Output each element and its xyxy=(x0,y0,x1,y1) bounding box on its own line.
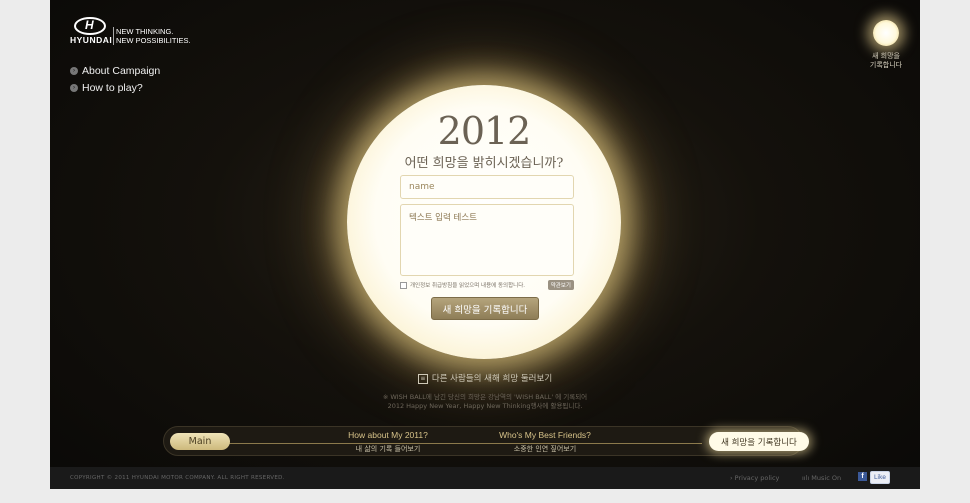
agree-checkbox[interactable] xyxy=(400,281,407,289)
logo-divider xyxy=(113,27,114,45)
mini-ball-label-line-2: 기록합니다 xyxy=(869,61,903,69)
nav-my-2011-subtitle: 내 삶의 기록 들어보기 xyxy=(355,445,421,453)
wish-question: 어떤 희망을 밝히시겠습니까? xyxy=(404,156,564,171)
nav-my-2011-title: How about My 2011? xyxy=(348,430,428,440)
agree-label: 개인정보 취급방침을 읽었으며 내용에 동의합니다. xyxy=(410,283,526,289)
record-wish-button[interactable]: 새 희망을 기록합니다 xyxy=(709,432,809,451)
submit-wish-button[interactable]: 새 희망을 기록합니다 xyxy=(431,297,539,320)
bottom-nav: Main How about My 2011? 내 삶의 기록 들어보기 Who… xyxy=(163,426,809,456)
nav-my-2011[interactable]: How about My 2011? 내 삶의 기록 들어보기 xyxy=(328,430,448,454)
arrow-bullet-icon: › xyxy=(70,83,78,92)
logo-tagline-line-1: NEW THINKING. xyxy=(116,27,174,36)
note-line-1: ※ WISH BALL에 남긴 당신의 희망은 강남역의 'WISH BALL'… xyxy=(382,393,588,401)
nav-best-friends-subtitle: 소중한 인연 짚어보기 xyxy=(513,445,577,453)
stage: HYUNDAI NEW THINKING. NEW POSSIBILITIES.… xyxy=(50,0,920,489)
name-input[interactable] xyxy=(400,175,574,199)
wish-ball-note: ※ WISH BALL에 남긴 당신의 희망은 강남역의 'WISH BALL'… xyxy=(50,393,920,411)
progress-line xyxy=(224,443,702,444)
left-nav: › About Campaign › How to play? xyxy=(70,62,160,96)
mini-ball-icon xyxy=(873,20,899,46)
hyundai-emblem-icon xyxy=(74,17,106,35)
logo-tagline-line-2: NEW POSSIBILITIES. xyxy=(116,36,191,45)
logo-tagline: NEW THINKING. NEW POSSIBILITIES. xyxy=(116,27,191,45)
facebook-like-button[interactable]: Like xyxy=(870,471,890,484)
mini-ball-label-line-1: 새 희망을 xyxy=(872,52,900,60)
nav-about-campaign[interactable]: › About Campaign xyxy=(70,62,160,79)
privacy-policy-link[interactable]: › Privacy policy xyxy=(730,474,779,482)
wish-ball: 2012 어떤 희망을 밝히시겠습니까? 개인정보 취급방침을 읽었으며 내용에… xyxy=(347,85,621,359)
nav-how-to-play[interactable]: › How to play? xyxy=(70,79,160,96)
view-terms-button[interactable]: 약관보기 xyxy=(547,280,574,290)
nav-how-to-play-label: How to play? xyxy=(82,81,143,94)
nav-about-campaign-label: About Campaign xyxy=(82,64,161,77)
nav-best-friends-title: Who's My Best Friends? xyxy=(499,430,591,440)
facebook-icon[interactable]: f xyxy=(858,472,867,481)
music-toggle[interactable]: ıılı Music On xyxy=(802,474,841,482)
wish-message-textarea[interactable] xyxy=(400,204,574,276)
note-line-2: 2012 Happy New Year, Happy New Thinking행… xyxy=(387,402,583,410)
footer: COPYRIGHT © 2011 HYUNDAI MOTOR COMPANY. … xyxy=(50,467,920,489)
logo-wordmark: HYUNDAI xyxy=(70,35,113,45)
nav-best-friends[interactable]: Who's My Best Friends? 소중한 인연 짚어보기 xyxy=(485,430,605,454)
copyright-text: COPYRIGHT © 2011 HYUNDAI MOTOR COMPANY. … xyxy=(70,475,285,481)
mini-ball-label: 새 희망을 기록합니다 xyxy=(866,52,906,70)
browse-wishes-label: 다른 사람들의 새해 희망 둘러보기 xyxy=(431,374,553,384)
main-button[interactable]: Main xyxy=(170,433,230,450)
year-heading: 2012 xyxy=(437,109,532,153)
privacy-agreement: 개인정보 취급방침을 읽었으며 내용에 동의합니다. 약관보기 xyxy=(400,280,574,290)
arrow-bullet-icon: › xyxy=(70,66,78,75)
browse-wishes-link[interactable]: ≡ 다른 사람들의 새해 희망 둘러보기 xyxy=(50,372,920,384)
mini-wish-ball-button[interactable]: 새 희망을 기록합니다 xyxy=(866,20,906,74)
list-icon: ≡ xyxy=(417,373,428,384)
